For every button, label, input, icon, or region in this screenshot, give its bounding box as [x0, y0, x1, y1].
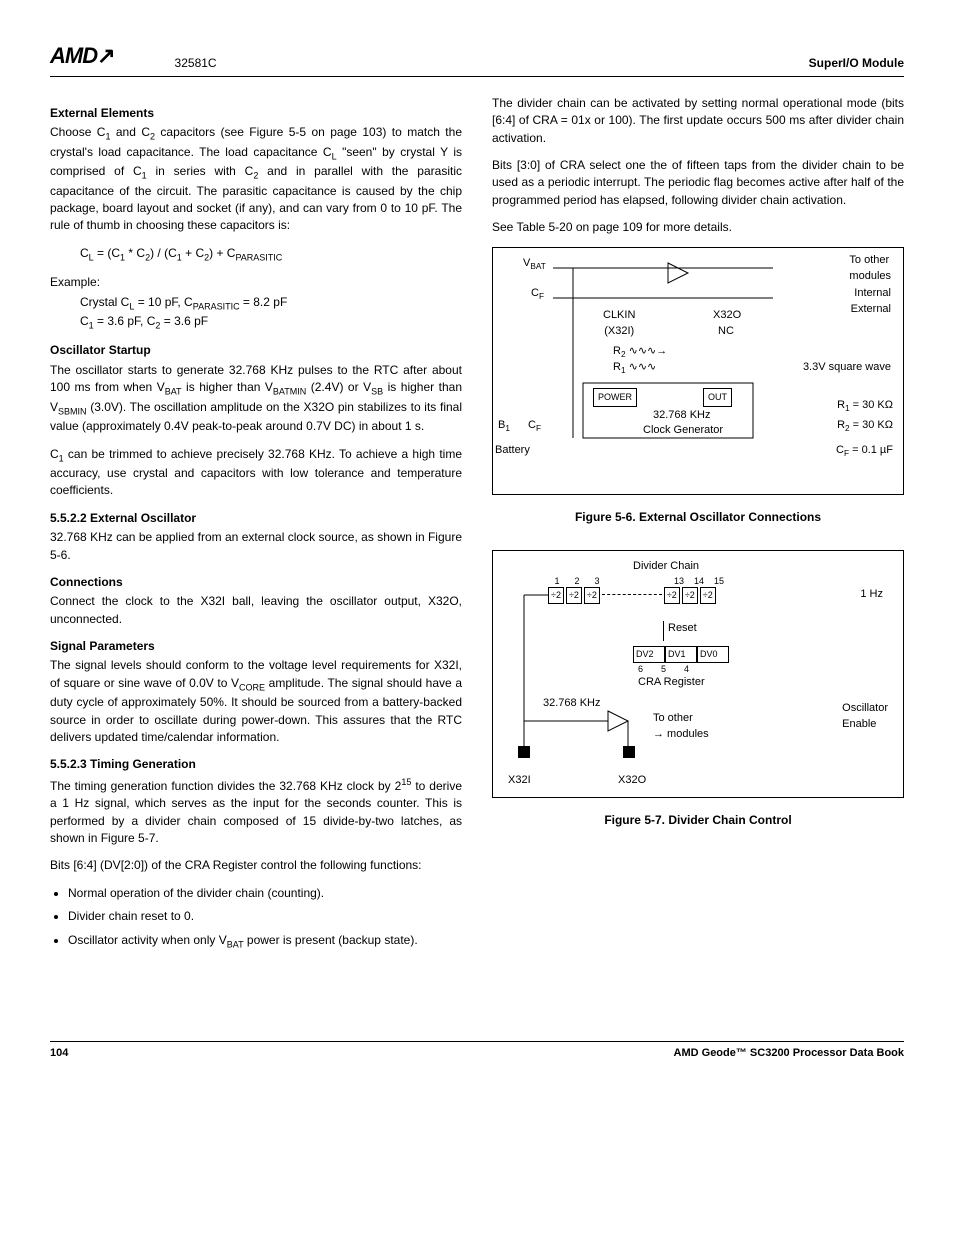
load-capacitance-formula: CL = (C1 * C2) / (C1 + C2) + CPARASITIC	[80, 245, 462, 264]
module-title: SuperI/O Module	[809, 55, 904, 72]
left-column: External Elements Choose C1 and C2 capac…	[50, 95, 462, 961]
book-title: AMD Geode™ SC3200 Processor Data Book	[674, 1046, 904, 1062]
page-number: 104	[50, 1046, 68, 1062]
para-r1: The divider chain can be activated by se…	[492, 95, 904, 147]
para-conn: Connect the clock to the X32I ball, leav…	[50, 593, 462, 628]
page-footer: 104 AMD Geode™ SC3200 Processor Data Boo…	[50, 1041, 904, 1062]
heading-osc-startup: Oscillator Startup	[50, 342, 462, 359]
figure-5-6-lines	[493, 248, 903, 494]
right-column: The divider chain can be activated by se…	[492, 95, 904, 961]
para-ee1: Choose C1 and C2 capacitors (see Figure …	[50, 124, 462, 234]
figure-5-7-diagram: Divider Chain 1 2 3 13 14 15 ÷2÷2÷2 ÷2÷2…	[492, 550, 904, 798]
para-sig: The signal levels should conform to the …	[50, 657, 462, 746]
figure-5-7-caption: Figure 5-7. Divider Chain Control	[492, 812, 904, 829]
list-item: Divider chain reset to 0.	[68, 908, 462, 925]
list-item: Oscillator activity when only VBAT power…	[68, 932, 462, 951]
figure-5-6-caption: Figure 5-6. External Oscillator Connecti…	[492, 509, 904, 526]
body-columns: External Elements Choose C1 and C2 capac…	[50, 95, 904, 961]
para-os1: The oscillator starts to generate 32.768…	[50, 362, 462, 436]
figure-5-6-diagram: VBAT To othermodules Internal External C…	[492, 247, 904, 495]
para-tg1: The timing generation function divides t…	[50, 776, 462, 848]
example-label: Example:	[50, 274, 462, 291]
heading-sigparam: Signal Parameters	[50, 638, 462, 655]
list-item: Normal operation of the divider chain (c…	[68, 885, 462, 902]
document-number: 32581C	[175, 55, 217, 72]
heading-ext-osc: 5.5.2.2 External Oscillator	[50, 510, 462, 527]
vendor-logo: AMD↗	[50, 40, 115, 72]
heading-timing: 5.5.2.3 Timing Generation	[50, 756, 462, 773]
para-r2: Bits [3:0] of CRA select one the of fift…	[492, 157, 904, 209]
para-os2: C1 can be trimmed to achieve precisely 3…	[50, 446, 462, 500]
para-r3: See Table 5-20 on page 109 for more deta…	[492, 219, 904, 236]
heading-connections: Connections	[50, 574, 462, 591]
page-header: AMD↗ 32581C SuperI/O Module	[50, 40, 904, 77]
para-tg2: Bits [6:4] (DV[2:0]) of the CRA Register…	[50, 857, 462, 874]
cra-functions-list: Normal operation of the divider chain (c…	[68, 885, 462, 951]
example-line2: C1 = 3.6 pF, C2 = 3.6 pF	[80, 313, 462, 332]
heading-external-elements: External Elements	[50, 105, 462, 122]
para-eo1: 32.768 KHz can be applied from an extern…	[50, 529, 462, 564]
example-line1: Crystal CL = 10 pF, CPARASITIC = 8.2 pF	[80, 294, 462, 313]
